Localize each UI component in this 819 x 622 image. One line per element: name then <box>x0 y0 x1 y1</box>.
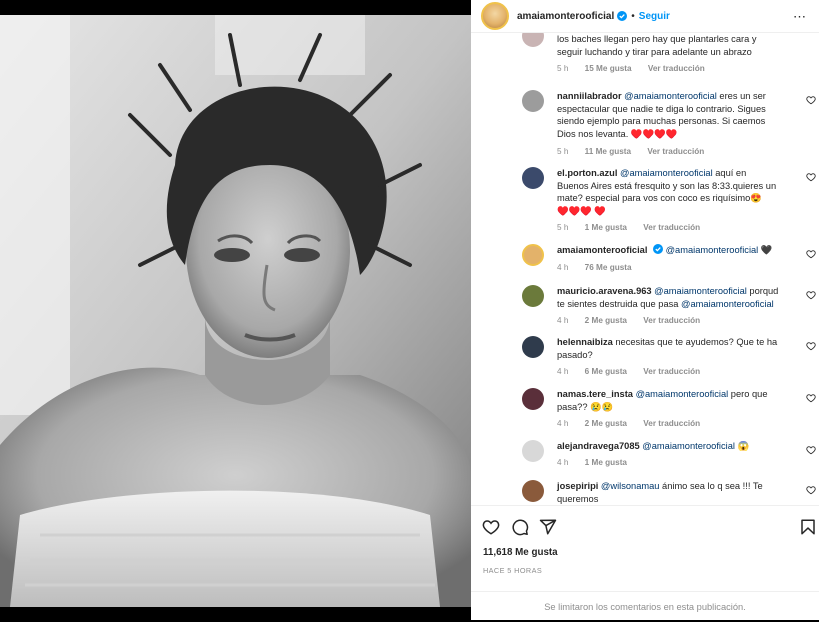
comment-text: nanniilabrador @amaiamonterooficial eres… <box>557 91 766 139</box>
comment-likes[interactable]: 1 Me gusta <box>585 223 627 232</box>
comment-meta: 4 h 6 Me gusta Ver traducción <box>557 367 714 376</box>
comment-mention[interactable]: @amaiamonterooficial <box>654 286 747 296</box>
verified-badge-icon <box>617 11 628 21</box>
comment-time: 4 h <box>557 458 569 467</box>
comment-time: 4 h <box>557 316 569 325</box>
comment-mention[interactable]: @wilsonamau <box>601 481 660 491</box>
translate-link[interactable]: Ver traducción <box>643 367 700 376</box>
commenter-avatar[interactable] <box>522 90 544 112</box>
post-sidebar: amaiamontero​oficial • Seguir ⋯ los bach… <box>471 0 819 620</box>
comments-list[interactable]: los baches llegan pero hay que plantarle… <box>471 33 819 505</box>
comment-mention[interactable]: @amaiamonterooficial <box>636 389 729 399</box>
translate-link[interactable]: Ver traducción <box>643 223 700 232</box>
comment-meta: 5 h 1 Me gusta Ver traducción <box>557 223 714 232</box>
comment-text: mauricio.aravena.963 @amaiamonterooficia… <box>557 286 779 309</box>
comment-meta: 4 h 2 Me gusta Ver traducción <box>557 419 714 428</box>
header-separator: • <box>631 10 635 22</box>
author-avatar[interactable] <box>481 2 509 30</box>
post-photo-graphic <box>0 15 471 607</box>
comment-mention[interactable]: @amaiamonterooficial <box>642 441 735 451</box>
comment-mention[interactable]: @amaiamonterooficial <box>681 299 774 309</box>
comment-text: el.porton.azul @amaiamonterooficial aquí… <box>557 168 777 216</box>
comment-likes[interactable]: 15 Me gusta <box>585 64 632 73</box>
comment-like-heart-icon[interactable] <box>806 445 816 455</box>
comments-limited-notice: Se limitaron los comentarios en esta pub… <box>471 591 819 621</box>
comment-time: 5 h <box>557 147 569 156</box>
verified-badge-icon <box>653 244 664 254</box>
commenter-avatar[interactable] <box>522 244 544 266</box>
comment-username[interactable]: josepiripi <box>557 481 598 491</box>
comment-meta: 4 h 2 Me gusta Ver traducción <box>557 316 714 325</box>
comment-username[interactable]: namas.tere_insta <box>557 389 633 399</box>
comment-time: 4 h <box>557 419 569 428</box>
more-options-icon[interactable]: ⋯ <box>793 9 807 25</box>
comment-like-heart-icon[interactable] <box>806 393 816 403</box>
comment-likes[interactable]: 1 Me gusta <box>585 458 627 467</box>
comment-text: alejandravega7085 @amaiamonterooficial 😱 <box>557 441 750 451</box>
author-username[interactable]: amaiamontero​oficial <box>517 11 614 22</box>
translate-link[interactable]: Ver traducción <box>643 419 700 428</box>
comment-like-heart-icon[interactable] <box>806 95 816 105</box>
commenter-avatar[interactable] <box>522 336 544 358</box>
comment-likes[interactable]: 2 Me gusta <box>585 419 627 428</box>
commenter-avatar[interactable] <box>522 388 544 410</box>
comment-username[interactable]: amaiamonterooficial <box>557 245 647 255</box>
comment-likes[interactable]: 11 Me gusta <box>585 147 631 156</box>
comment-text: namas.tere_insta @amaiamonterooficial pe… <box>557 389 768 412</box>
comment-meta: 5 h 15 Me gusta Ver traducción <box>557 64 719 73</box>
comment-likes[interactable]: 2 Me gusta <box>585 316 627 325</box>
comment-like-heart-icon[interactable] <box>806 249 816 259</box>
likes-count[interactable]: 11,618 Me gusta <box>483 547 558 558</box>
commenter-avatar[interactable] <box>522 33 544 47</box>
comment-mention[interactable]: @amaiamonterooficial <box>666 245 759 255</box>
comment-username[interactable]: nanniilabrador <box>557 91 622 101</box>
comment-mention[interactable]: @amaiamonterooficial <box>624 91 717 101</box>
comment-meta: 4 h 1 Me gusta <box>557 458 641 467</box>
comment-like-heart-icon[interactable] <box>806 341 816 351</box>
heart-icon[interactable] <box>482 518 500 536</box>
commenter-avatar[interactable] <box>522 440 544 462</box>
comment-username[interactable]: helennaibiza <box>557 337 613 347</box>
comment-time: 4 h <box>557 367 569 376</box>
comment-likes[interactable]: 76 Me gusta <box>585 263 632 272</box>
post-actions: 11,618 Me gusta HACE 5 HORAS Se limitaro… <box>471 505 819 620</box>
post-header: amaiamontero​oficial • Seguir ⋯ <box>471 0 819 33</box>
translate-link[interactable]: Ver traducción <box>643 316 700 325</box>
comment-like-heart-icon[interactable] <box>806 485 816 495</box>
commenter-avatar[interactable] <box>522 167 544 189</box>
follow-button[interactable]: Seguir <box>639 11 670 22</box>
comment-username[interactable]: alejandravega7085 <box>557 441 640 451</box>
comment-text: los baches llegan pero hay que plantarle… <box>557 34 757 57</box>
commenter-avatar[interactable] <box>522 285 544 307</box>
comment-text: josepiripi @wilsonamau ánimo sea lo q se… <box>557 481 763 504</box>
translate-link[interactable]: Ver traducción <box>647 147 704 156</box>
paper-plane-icon[interactable] <box>539 518 557 536</box>
translate-link[interactable]: Ver traducción <box>648 64 705 73</box>
comment-time: 5 h <box>557 223 569 232</box>
bookmark-icon[interactable] <box>799 518 817 536</box>
comment-like-heart-icon[interactable] <box>806 172 816 182</box>
post-time: HACE 5 HORAS <box>483 566 543 575</box>
comment-like-heart-icon[interactable] <box>806 290 816 300</box>
post-photo[interactable] <box>0 15 471 607</box>
commenter-avatar[interactable] <box>522 480 544 502</box>
post-media-pane <box>0 0 471 620</box>
comment-time: 4 h <box>557 263 569 272</box>
comment-meta: 4 h 76 Me gusta <box>557 263 646 272</box>
comment-username[interactable]: el.porton.azul <box>557 168 617 178</box>
comment-text: helennaibiza necesitas que te ayudemos? … <box>557 337 778 360</box>
comment-meta: 5 h 11 Me gusta Ver traducción <box>557 147 718 156</box>
comment-text: amaiamonterooficial @amaiamonterooficial… <box>557 244 773 255</box>
comment-time: 5 h <box>557 64 569 73</box>
comment-bubble-icon[interactable] <box>511 518 529 536</box>
comment-likes[interactable]: 6 Me gusta <box>585 367 627 376</box>
comment-username[interactable]: mauricio.aravena.963 <box>557 286 652 296</box>
comment-mention[interactable]: @amaiamonterooficial <box>620 168 713 178</box>
